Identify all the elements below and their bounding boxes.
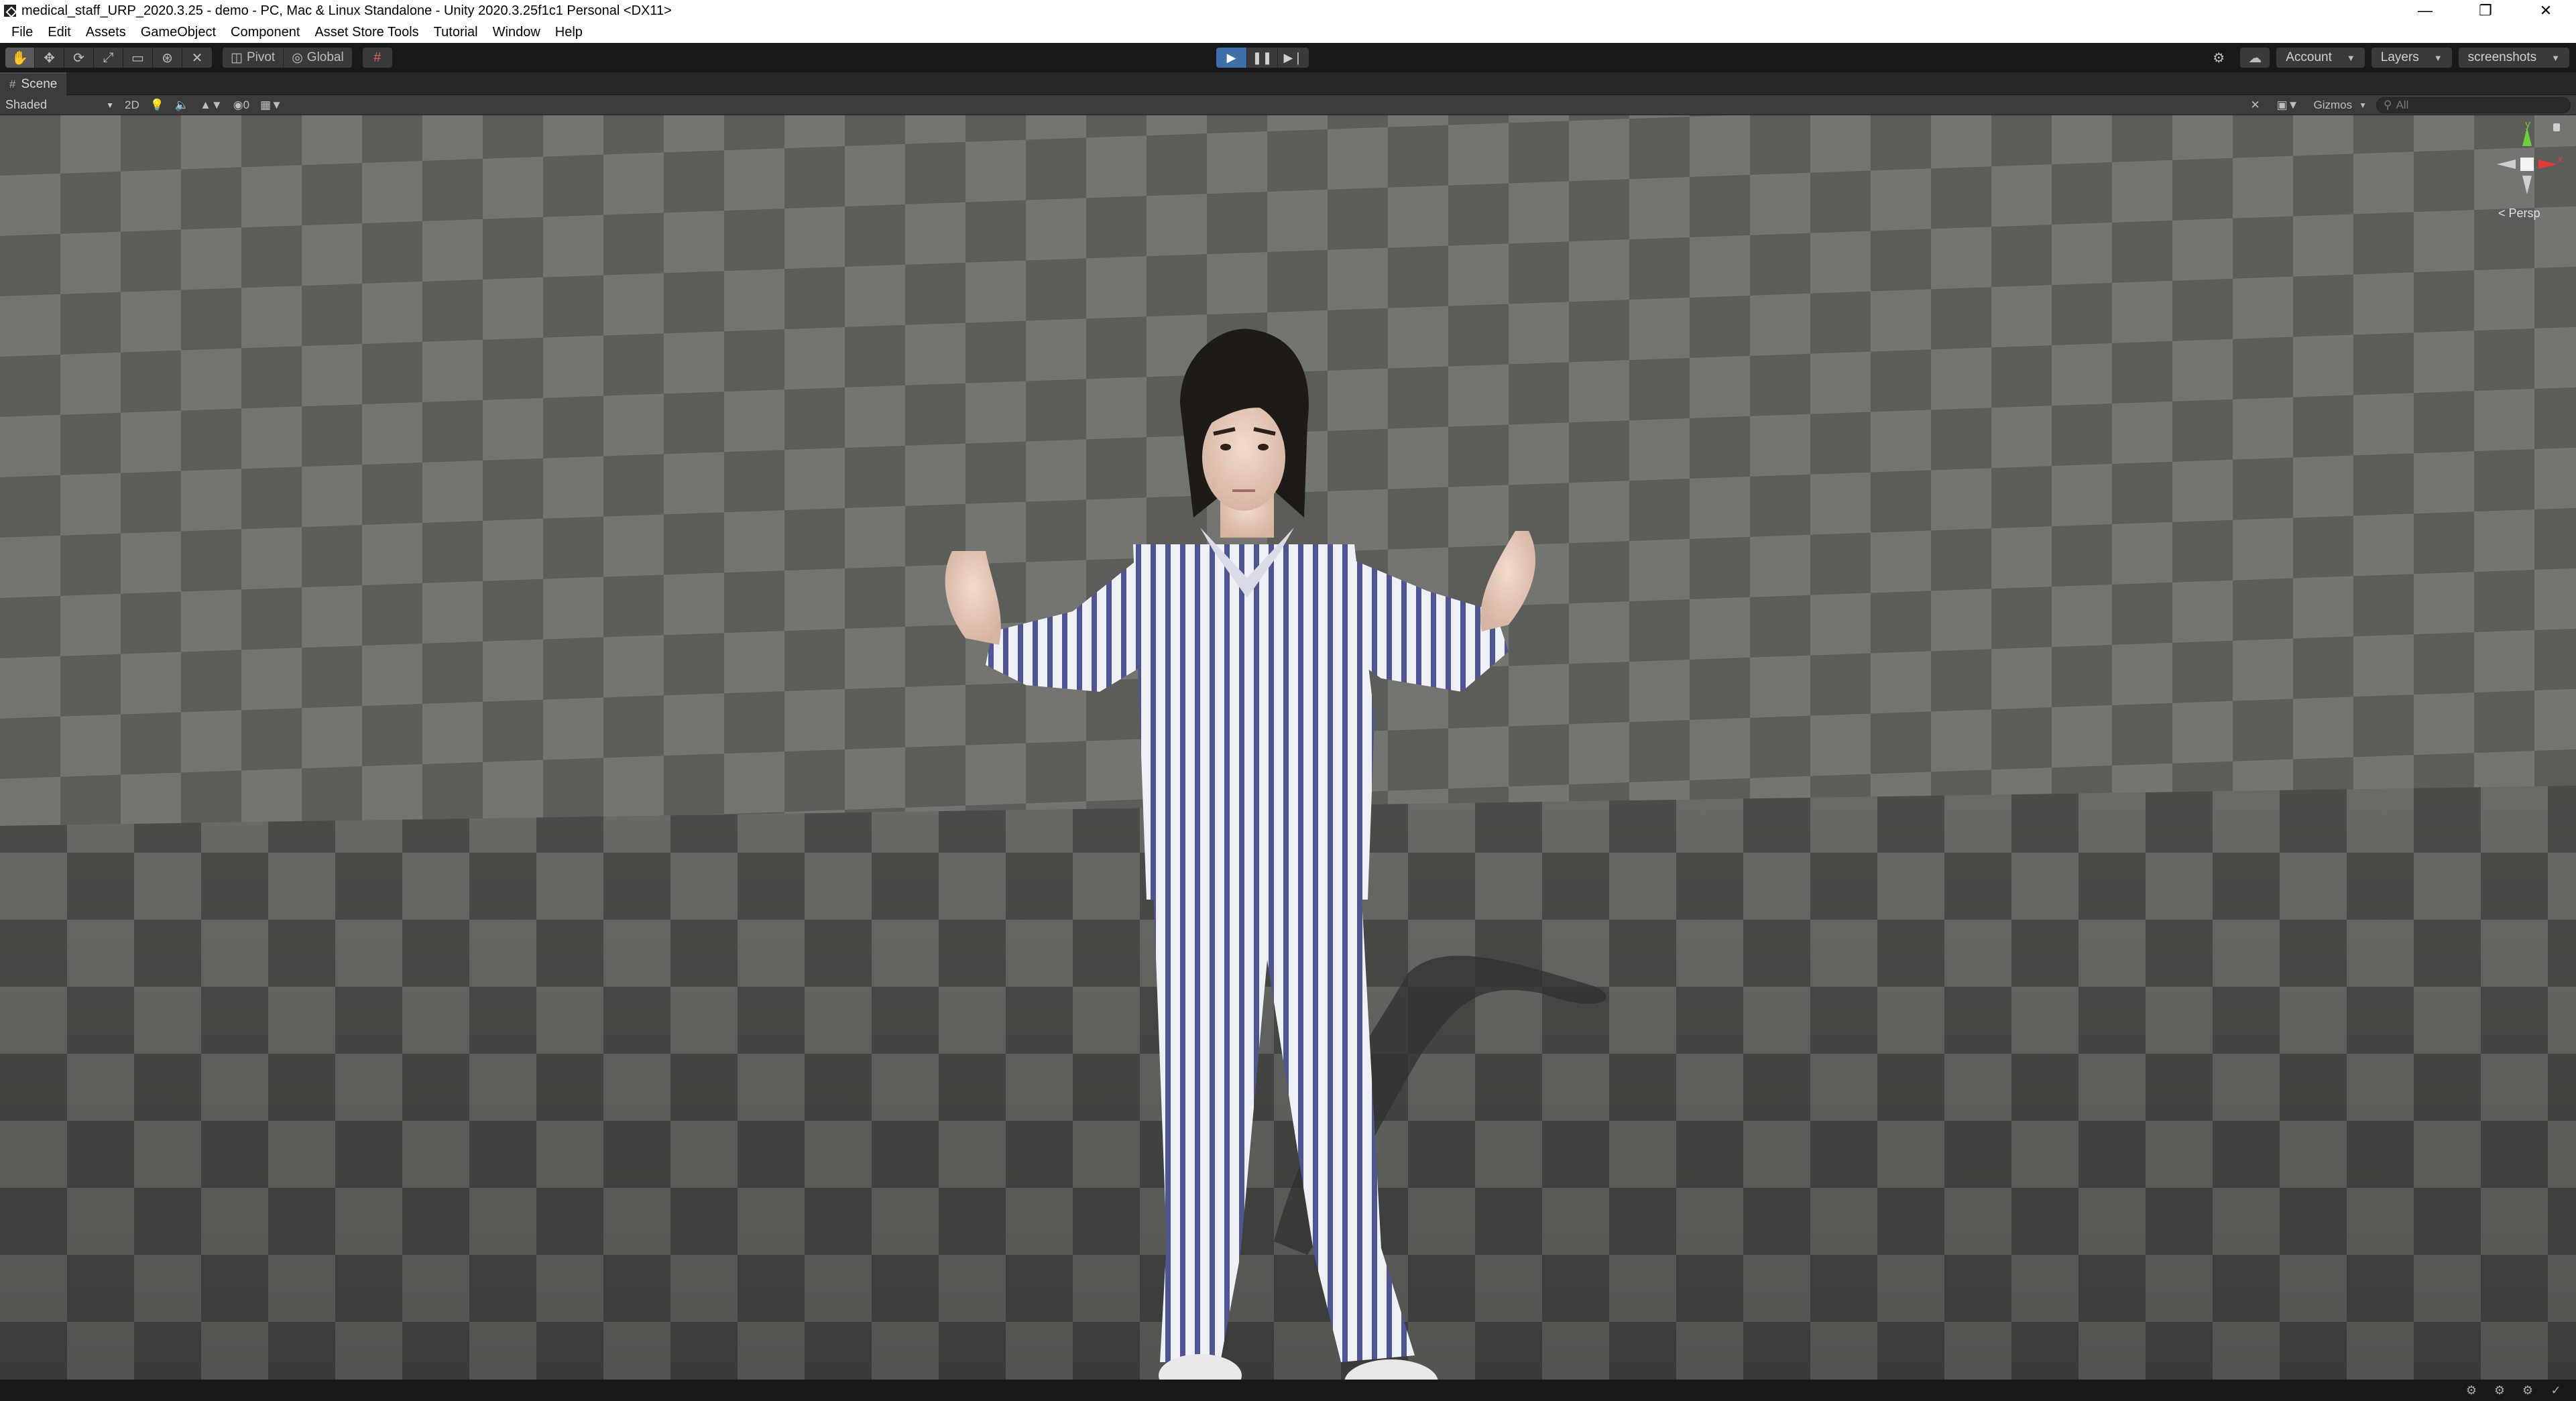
globe-icon: ◎ [292, 50, 303, 65]
rotate-tool-icon[interactable]: ⟳ [64, 48, 94, 68]
account-dropdown[interactable]: Account ▼ [2276, 48, 2365, 68]
account-label: Account [2286, 50, 2332, 64]
global-toggle[interactable]: ◎ Global [284, 48, 352, 68]
projection-label[interactable]: < Persp [2498, 206, 2540, 221]
eye-slash-icon: ◉ [233, 98, 243, 111]
chevron-down-icon: ▼ [2433, 52, 2443, 63]
chevron-down-icon: ▼ [106, 100, 114, 110]
global-label: Global [306, 50, 344, 64]
menu-asset-store-tools[interactable]: Asset Store Tools [307, 25, 426, 40]
window-title: medical_staff_URP_2020.3.25 - demo - PC,… [21, 3, 672, 18]
pivot-label: Pivot [246, 50, 276, 64]
menu-tutorial[interactable]: Tutorial [426, 25, 485, 40]
move-tool-icon[interactable]: ✥ [35, 48, 64, 68]
progress-icon[interactable]: ⚙ [2492, 1382, 2508, 1398]
layers-label: Layers [2380, 50, 2419, 64]
shading-mode-label: Shaded [5, 98, 48, 111]
scene-toolbar-right: ✕ ▣▼ Gizmos ▼ ⚲ All [2243, 97, 2571, 114]
axis-gizmo-icon: y x [2497, 119, 2563, 194]
main-toolbar: ✋ ✥ ⟳ ⤢ ▭ ⊛ ✕ ◫ Pivot ◎ Global # ▶ ❚❚ ▶❘… [0, 43, 2576, 72]
play-controls: ▶ ❚❚ ▶❘ [1216, 48, 1309, 68]
layout-dropdown[interactable]: screenshots ▼ [2458, 48, 2569, 68]
layout-label: screenshots [2467, 50, 2537, 64]
toolbar-right: ⚙ ☁ Account ▼ Layers ▼ screenshots ▼ [2204, 48, 2569, 68]
bug-icon[interactable]: ⚙ [2463, 1382, 2479, 1398]
audio-toggle-icon[interactable]: 🔈 [170, 97, 194, 114]
chevron-down-icon: ▼ [2346, 52, 2355, 63]
x-axis-label: x [2557, 154, 2563, 165]
layers-dropdown[interactable]: Layers ▼ [2371, 48, 2452, 68]
effects-toggle-icon[interactable]: ▲▼ [194, 97, 228, 114]
chevron-down-icon: ▼ [2359, 101, 2367, 110]
menu-gameobject[interactable]: GameObject [133, 25, 223, 40]
hidden-objects-toggle[interactable]: ◉ 0 [228, 97, 255, 114]
scene-grid-icon: # [9, 77, 16, 90]
shading-mode-dropdown[interactable]: Shaded ▼ [0, 97, 119, 114]
scene-render [0, 115, 2576, 1380]
pivot-toggle[interactable]: ◫ Pivot [223, 48, 284, 68]
cloud-icon[interactable]: ☁ [2240, 48, 2270, 68]
tools-icon[interactable]: ✕ [2243, 97, 2268, 114]
search-icon: ⚲ [2384, 99, 2392, 111]
pivot-toggles: ◫ Pivot ◎ Global [223, 48, 352, 68]
pivot-icon: ◫ [231, 50, 243, 65]
services-gear-icon[interactable]: ⚙ [2204, 48, 2234, 68]
hand-tool-icon[interactable]: ✋ [5, 48, 35, 68]
unity-logo-icon [4, 5, 16, 17]
scene-search-input[interactable]: ⚲ All [2376, 97, 2571, 113]
menu-bar: File Edit Assets GameObject Component As… [0, 21, 2576, 43]
step-icon[interactable]: ▶❘ [1278, 48, 1309, 68]
search-placeholder: All [2396, 99, 2409, 111]
scene-viewport[interactable]: y x < Persp [0, 115, 2576, 1380]
menu-window[interactable]: Window [485, 25, 548, 40]
toggle-2d-button[interactable]: 2D [119, 97, 145, 114]
grid-snap-icon[interactable]: # [362, 48, 392, 68]
pause-icon[interactable]: ❚❚ [1247, 48, 1278, 68]
menu-file[interactable]: File [4, 25, 40, 40]
transform-tool-icon[interactable]: ⊛ [153, 48, 182, 68]
scene-tab-label: Scene [21, 76, 58, 91]
y-axis-label: y [2525, 121, 2530, 130]
transform-tools: ✋ ✥ ⟳ ⤢ ▭ ⊛ ✕ [5, 48, 212, 68]
gizmos-label: Gizmos [2313, 99, 2353, 111]
lighting-toggle-icon[interactable]: 💡 [145, 97, 170, 114]
orientation-gizmo[interactable]: y x < Persp [2490, 119, 2564, 235]
grid-toggle-icon[interactable]: ▦▼ [255, 97, 288, 114]
window-title-bar: medical_staff_URP_2020.3.25 - demo - PC,… [0, 0, 2576, 21]
play-icon[interactable]: ▶ [1216, 48, 1247, 68]
scale-tool-icon[interactable]: ⤢ [94, 48, 123, 68]
chevron-down-icon: ▼ [2551, 52, 2560, 63]
camera-icon[interactable]: ▣▼ [2272, 97, 2304, 114]
window-tab-bar: # Scene [0, 72, 2576, 95]
hidden-count: 0 [243, 98, 250, 111]
menu-help[interactable]: Help [548, 25, 590, 40]
check-icon[interactable]: ✓ [2548, 1382, 2564, 1398]
settings-icon[interactable]: ⚙ [2520, 1382, 2536, 1398]
tab-scene[interactable]: # Scene [0, 72, 67, 95]
menu-component[interactable]: Component [223, 25, 307, 40]
menu-edit[interactable]: Edit [40, 25, 78, 40]
custom-tool-icon[interactable]: ✕ [182, 48, 212, 68]
scene-toolbar: Shaded ▼ 2D 💡 🔈 ▲▼ ◉ 0 ▦▼ ✕ ▣▼ Gizmos ▼ … [0, 95, 2576, 115]
menu-assets[interactable]: Assets [78, 25, 133, 40]
rect-tool-icon[interactable]: ▭ [123, 48, 153, 68]
maximize-icon[interactable]: ❐ [2455, 0, 2516, 21]
status-bar: ⚙ ⚙ ⚙ ✓ [0, 1380, 2576, 1401]
gizmos-dropdown[interactable]: Gizmos ▼ [2308, 97, 2372, 114]
close-icon[interactable]: ✕ [2516, 0, 2576, 21]
minimize-icon[interactable]: — [2395, 0, 2455, 21]
